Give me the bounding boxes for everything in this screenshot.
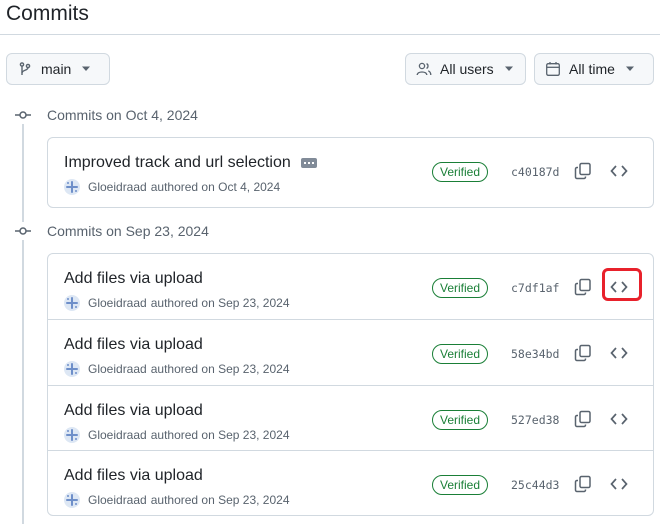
browse-repository-button[interactable] <box>608 473 630 495</box>
copy-sha-button[interactable] <box>572 276 594 298</box>
commit-authored-date: authored on Sep 23, 2024 <box>150 428 290 442</box>
copy-icon <box>574 162 591 180</box>
ellipsis-expand-button[interactable] <box>300 158 317 168</box>
copy-sha-button[interactable] <box>572 342 594 364</box>
branch-select-label: main <box>41 61 72 77</box>
commit-row: Improved track and url selection Gloeidr… <box>48 138 653 207</box>
commit-sha-link[interactable]: 527ed38 <box>511 413 559 427</box>
commit-authored-date: authored on Sep 23, 2024 <box>150 362 290 376</box>
browse-repository-button[interactable] <box>608 160 630 182</box>
git-branch-icon <box>19 62 31 75</box>
users-filter-button[interactable]: All users <box>405 53 526 85</box>
caret-down-icon <box>625 66 634 71</box>
commit-sha-link[interactable]: c40187d <box>511 165 559 179</box>
commit-authored-date: authored on Sep 23, 2024 <box>150 493 290 507</box>
page-title: Commits <box>6 2 89 25</box>
commit-group-date: Commits on Sep 23, 2024 <box>47 223 209 239</box>
commit-sha-link[interactable]: 25c44d3 <box>511 478 559 492</box>
commit-list: Improved track and url selection Gloeidr… <box>47 137 654 208</box>
users-filter-label: All users <box>440 61 494 77</box>
commit-message-link[interactable]: Add files via upload <box>64 467 203 485</box>
verified-badge[interactable]: Verified <box>432 475 489 495</box>
timeline-line <box>22 124 24 524</box>
commit-message-link[interactable]: Improved track and url selection <box>64 154 291 172</box>
branch-select-button[interactable]: main <box>6 53 110 85</box>
code-icon <box>610 165 628 177</box>
copy-sha-button[interactable] <box>572 408 594 430</box>
commit-group-date: Commits on Oct 4, 2024 <box>47 107 198 123</box>
copy-sha-button[interactable] <box>572 473 594 495</box>
verified-badge[interactable]: Verified <box>432 344 489 364</box>
copy-icon <box>574 344 591 362</box>
commit-sha-link[interactable]: 58e34bd <box>511 347 559 361</box>
commit-sha-link[interactable]: c7df1af <box>511 281 559 295</box>
calendar-icon <box>546 62 560 76</box>
commit-row: Add files via upload Gloeidraad authored… <box>48 450 653 515</box>
code-icon <box>610 478 628 490</box>
commit-list: Add files via upload Gloeidraad authored… <box>47 253 654 516</box>
commit-row: Add files via upload Gloeidraad authored… <box>48 319 653 384</box>
people-icon <box>416 62 432 76</box>
verified-badge[interactable]: Verified <box>432 410 489 430</box>
code-icon <box>610 347 628 359</box>
copy-icon <box>574 410 591 428</box>
avatar[interactable] <box>64 295 80 311</box>
avatar[interactable] <box>64 492 80 508</box>
avatar[interactable] <box>64 361 80 377</box>
time-filter-button[interactable]: All time <box>534 53 654 85</box>
code-icon <box>610 413 628 425</box>
caret-down-icon <box>504 66 513 71</box>
commit-author-link[interactable]: Gloeidraad <box>88 428 147 442</box>
copy-sha-button[interactable] <box>572 160 594 182</box>
copy-icon <box>574 475 591 493</box>
title-divider <box>0 34 660 35</box>
verified-badge[interactable]: Verified <box>432 162 489 182</box>
avatar[interactable] <box>64 179 80 195</box>
commit-group-heading: Commits on Oct 4, 2024 <box>14 105 198 125</box>
commit-message-link[interactable]: Add files via upload <box>64 270 203 288</box>
copy-icon <box>574 278 591 296</box>
commit-authored-date: authored on Sep 23, 2024 <box>150 296 290 310</box>
caret-down-icon <box>82 66 91 71</box>
commit-message-link[interactable]: Add files via upload <box>64 402 203 420</box>
commit-author-link[interactable]: Gloeidraad <box>88 296 147 310</box>
commit-row: Add files via upload Gloeidraad authored… <box>48 254 653 319</box>
highlight-annotation <box>602 268 642 301</box>
time-filter-label: All time <box>569 61 615 77</box>
commit-author-link[interactable]: Gloeidraad <box>88 493 147 507</box>
git-commit-icon <box>14 222 32 240</box>
commit-authored-date: authored on Oct 4, 2024 <box>150 180 281 194</box>
browse-repository-button[interactable] <box>608 408 630 430</box>
commit-row: Add files via upload Gloeidraad authored… <box>48 385 653 450</box>
commit-message-link[interactable]: Add files via upload <box>64 336 203 354</box>
browse-repository-button[interactable] <box>608 342 630 364</box>
commit-author-link[interactable]: Gloeidraad <box>88 180 147 194</box>
commit-author-link[interactable]: Gloeidraad <box>88 362 147 376</box>
git-commit-icon <box>14 106 32 124</box>
avatar[interactable] <box>64 427 80 443</box>
commit-group-heading: Commits on Sep 23, 2024 <box>14 221 209 241</box>
verified-badge[interactable]: Verified <box>432 278 489 298</box>
